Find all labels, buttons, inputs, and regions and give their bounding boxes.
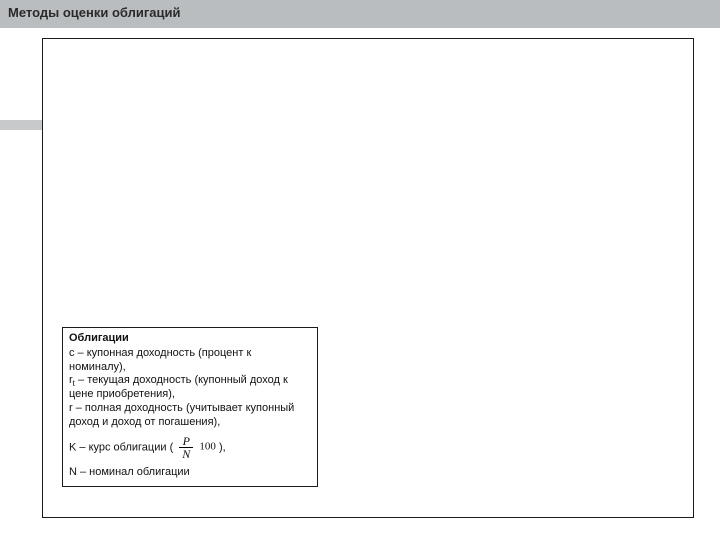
fraction-icon: P N [179, 435, 193, 460]
def-rate-suffix: ), [219, 442, 226, 454]
def-full-yield: r – полная доходность (учитывает купонны… [69, 402, 311, 430]
slide: Методы оценки облигаций Облигации c – ку… [0, 0, 720, 540]
def-current-text: – текущая доходность (купонный доход к ц… [69, 374, 288, 400]
def-nominal: N – номинал облигации [69, 466, 311, 480]
definitions-card: Облигации c – купонная доходность (проце… [62, 327, 318, 487]
card-title: Облигации [69, 332, 311, 346]
def-rate: K – курс облигации ( P N 100 ), [69, 435, 311, 460]
def-rate-prefix: K – курс облигации ( [69, 442, 176, 454]
def-coupon: c – купонная доходность (процент к номин… [69, 347, 311, 375]
content-frame: Облигации c – купонная доходность (проце… [42, 38, 694, 518]
fraction-denominator: N [179, 448, 193, 460]
def-current-yield: rt – текущая доходность (купонный доход … [69, 374, 311, 402]
page-title: Методы оценки облигаций [8, 5, 180, 20]
times-hundred: 100 [199, 441, 216, 453]
